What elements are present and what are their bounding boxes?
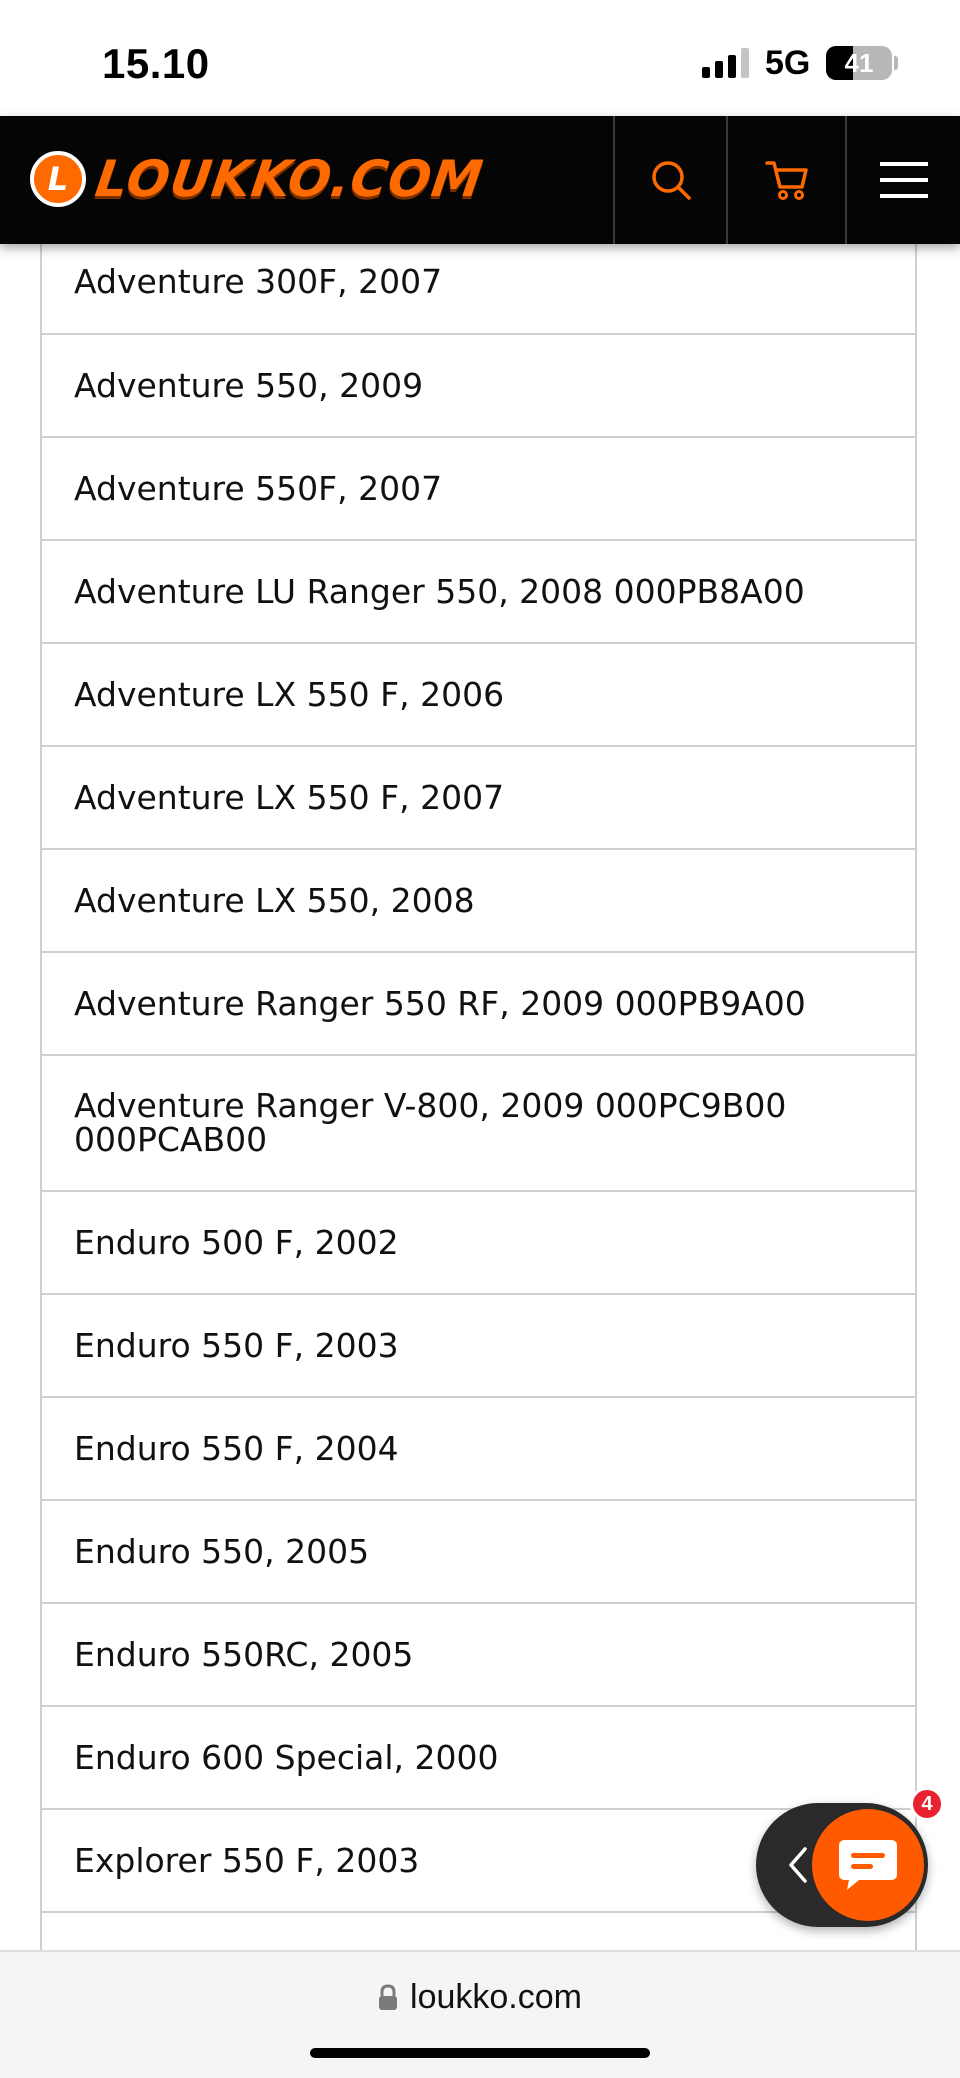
search-icon	[651, 161, 691, 200]
signal-strength-icon	[702, 48, 750, 78]
list-item[interactable]: Adventure Ranger 550 RF, 2009 000PB9A00	[42, 953, 915, 1056]
url-display[interactable]: loukko.com	[0, 1978, 960, 2017]
list-item[interactable]: Enduro 550RC, 2005	[42, 1604, 915, 1707]
url-text: loukko.com	[410, 1978, 582, 2016]
site-header: L LOUKKO.COM	[0, 116, 960, 244]
list-item[interactable]: Adventure 550, 2009	[42, 335, 915, 438]
chat-widget	[756, 1803, 928, 1927]
chat-open-button[interactable]	[812, 1809, 924, 1921]
chat-bubble-icon	[839, 1840, 897, 1890]
home-indicator	[310, 2048, 650, 2058]
battery-icon: 41	[826, 46, 892, 80]
list-item[interactable]: Adventure LX 550 F, 2006	[42, 644, 915, 747]
list-item[interactable]: Enduro 600 Special, 2000	[42, 1707, 915, 1810]
model-list: Adventure 300F, 2007 Adventure 550, 2009…	[40, 230, 917, 2016]
menu-icon	[879, 162, 928, 198]
logo-badge: L	[30, 151, 86, 207]
logo-text: LOUKKO.COM	[91, 150, 487, 208]
list-item[interactable]: Adventure LX 550 F, 2007	[42, 747, 915, 850]
network-type: 5G	[765, 44, 811, 82]
battery-tip	[894, 56, 898, 70]
chevron-left-icon	[789, 1847, 807, 1883]
search-button[interactable]	[613, 116, 726, 244]
list-item[interactable]: Adventure 300F, 2007	[42, 230, 915, 335]
status-bar: 15.10 5G 41	[0, 0, 960, 116]
list-item[interactable]: Enduro 550 F, 2003	[42, 1295, 915, 1398]
site-logo[interactable]: L LOUKKO.COM	[30, 146, 487, 212]
list-item[interactable]: Enduro 550 F, 2004	[42, 1398, 915, 1501]
list-item[interactable]: Enduro 550, 2005	[42, 1501, 915, 1604]
list-item[interactable]: Adventure LU Ranger 550, 2008 000PB8A00	[42, 541, 915, 644]
status-time: 15.10	[102, 40, 210, 87]
browser-address-bar[interactable]: loukko.com	[0, 1950, 960, 2078]
cart-button[interactable]	[726, 116, 845, 244]
list-item[interactable]: Adventure 550F, 2007	[42, 438, 915, 541]
menu-button[interactable]	[845, 116, 960, 244]
list-item[interactable]: Adventure LX 550, 2008	[42, 850, 915, 953]
list-item[interactable]: Enduro 500 F, 2002	[42, 1192, 915, 1295]
notification-badge: 4	[910, 1787, 944, 1821]
cart-icon	[764, 161, 808, 200]
battery-level: 41	[844, 48, 874, 78]
list-item[interactable]: Adventure Ranger V-800, 2009 000PC9B00 0…	[42, 1056, 915, 1192]
lock-icon	[379, 1984, 398, 2010]
